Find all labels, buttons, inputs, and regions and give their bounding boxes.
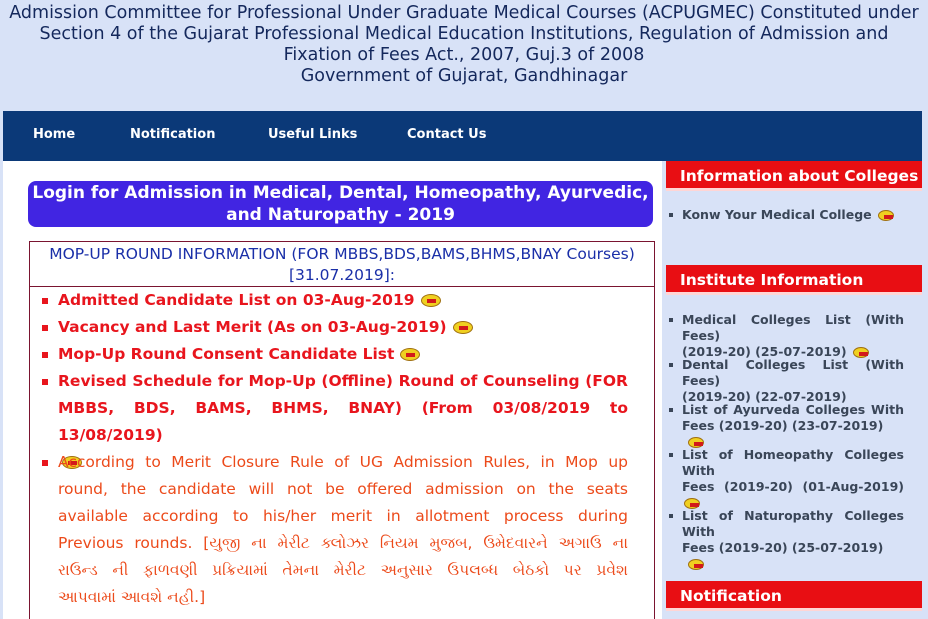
login-line-1: Login for Admission in Medical, Dental, … — [32, 183, 649, 203]
homeopathy-colleges-line-1[interactable]: List of Homeopathy Colleges With — [682, 447, 904, 479]
rule-line-4: Previous rounds. [યુજી ના મેરીટ ક્લોઝર ન… — [58, 534, 628, 552]
main-content: Login for Admission in Medical, Dental, … — [3, 161, 662, 619]
header-line-2: Section 4 of the Gujarat Professional Me… — [39, 24, 889, 44]
know-your-college-link[interactable]: Konw Your Medical College — [669, 207, 904, 223]
bullet-square-icon — [669, 453, 673, 457]
login-banner[interactable]: Login for Admission in Medical, Dental, … — [28, 181, 653, 227]
homeopathy-colleges-line-2[interactable]: Fees (2019-20) (01-Aug-2019) — [682, 479, 904, 495]
header-line-4: Government of Gujarat, Gandhinagar — [300, 66, 628, 86]
medical-colleges-link[interactable]: Medical Colleges List (With Fees) (2019-2… — [669, 312, 904, 360]
medical-colleges-line-1[interactable]: Medical Colleges List (With Fees) — [682, 312, 904, 344]
consent-list-link[interactable]: Mop-Up Round Consent Candidate List — [58, 345, 394, 363]
rule-line-3: available according to his/her merit in … — [58, 507, 628, 525]
institute-info-heading: Institute Information — [666, 265, 922, 295]
header-line-3: Fixation of Fees Act., 2007, Guj.3 of 20… — [283, 45, 645, 65]
new-icon — [688, 559, 704, 570]
bullet-square-icon — [42, 352, 48, 358]
new-icon — [420, 294, 441, 307]
dental-colleges-line-1[interactable]: Dental Colleges List (With Fees) — [682, 357, 904, 389]
homeopathy-colleges-link[interactable]: List of Homeopathy Colleges With Fees (20… — [669, 447, 904, 511]
bullet-square-icon — [42, 460, 48, 466]
new-icon — [400, 348, 421, 361]
admitted-list-link[interactable]: Admitted Candidate List on 03-Aug-2019 — [58, 291, 415, 309]
list-item-admitted[interactable]: Admitted Candidate List on 03-Aug-2019 — [42, 287, 628, 314]
bullet-square-icon — [669, 408, 673, 412]
right-sidebar: Information about Colleges Konw Your Med… — [666, 161, 922, 619]
bullet-square-icon — [669, 363, 673, 367]
bullet-square-icon — [42, 379, 48, 385]
login-line-2: and Naturopathy - 2019 — [226, 205, 455, 225]
new-icon — [877, 210, 894, 221]
list-item-merit-rule: According to Merit Closure Rule of UG Ad… — [42, 449, 628, 611]
nav-useful-links[interactable]: Useful Links — [268, 127, 357, 142]
nav-contact-us[interactable]: Contact Us — [407, 127, 486, 142]
bullet-square-icon — [669, 514, 673, 518]
list-item-vacancy[interactable]: Vacancy and Last Merit (As on 03-Aug-201… — [42, 314, 628, 341]
site-header: Admission Committee for Professional Und… — [0, 0, 928, 110]
naturopathy-colleges-link[interactable]: List of Naturopathy Colleges With Fees (2… — [669, 508, 904, 572]
nav-notification[interactable]: Notification — [130, 127, 215, 142]
nav-home[interactable]: Home — [33, 127, 75, 142]
bullet-square-icon — [669, 318, 673, 322]
vacancy-merit-link[interactable]: Vacancy and Last Merit (As on 03-Aug-201… — [58, 318, 447, 336]
list-item-consent[interactable]: Mop-Up Round Consent Candidate List — [42, 341, 628, 368]
ayurveda-colleges-line-2[interactable]: Fees (2019-20) (23-07-2019) — [682, 418, 883, 433]
bullet-square-icon — [669, 213, 673, 217]
naturopathy-colleges-line-2[interactable]: Fees (2019-20) (25-07-2019) — [682, 540, 883, 555]
mop-up-title: MOP-UP ROUND INFORMATION (FOR MBBS,BDS,B… — [30, 242, 654, 287]
mop-up-title-line-1: MOP-UP ROUND INFORMATION (FOR MBBS,BDS,B… — [49, 245, 635, 263]
rule-line-6: આપવામાં આવશે નહી.] — [58, 588, 206, 606]
mop-up-title-line-2: [31.07.2019]: — [288, 266, 396, 284]
top-navbar: Home Notification Useful Links Contact U… — [3, 111, 922, 161]
colleges-info-heading: Information about Colleges — [666, 161, 922, 191]
bullet-square-icon — [42, 298, 48, 304]
rule-line-2: round, the candidate will not be offered… — [58, 480, 628, 498]
rule-line-1: According to Merit Closure Rule of UG Ad… — [58, 453, 628, 471]
know-your-college-label[interactable]: Konw Your Medical College — [682, 207, 872, 222]
schedule-link-line-2[interactable]: MBBS, BDS, BAMS, BHMS, BNAY) (From 03/08… — [58, 395, 628, 449]
new-icon — [452, 321, 473, 334]
ayurveda-colleges-link[interactable]: List of Ayurveda Colleges With Fees (2019… — [669, 402, 904, 450]
ayurveda-colleges-line-1[interactable]: List of Ayurveda Colleges With — [682, 402, 904, 418]
dental-colleges-link[interactable]: Dental Colleges List (With Fees) (2019-20… — [669, 357, 904, 405]
notification-heading: Notification — [666, 581, 922, 611]
schedule-link-line-1[interactable]: Revised Schedule for Mop-Up (Offline) Ro… — [58, 368, 628, 395]
header-line-1: Admission Committee for Professional Und… — [9, 3, 919, 23]
naturopathy-colleges-line-1[interactable]: List of Naturopathy Colleges With — [682, 508, 904, 540]
rule-line-5: રાઉન્ડ ની ફાળવણી પ્રક્રિયામાં તેમના મેરી… — [58, 561, 628, 579]
bullet-square-icon — [42, 325, 48, 331]
